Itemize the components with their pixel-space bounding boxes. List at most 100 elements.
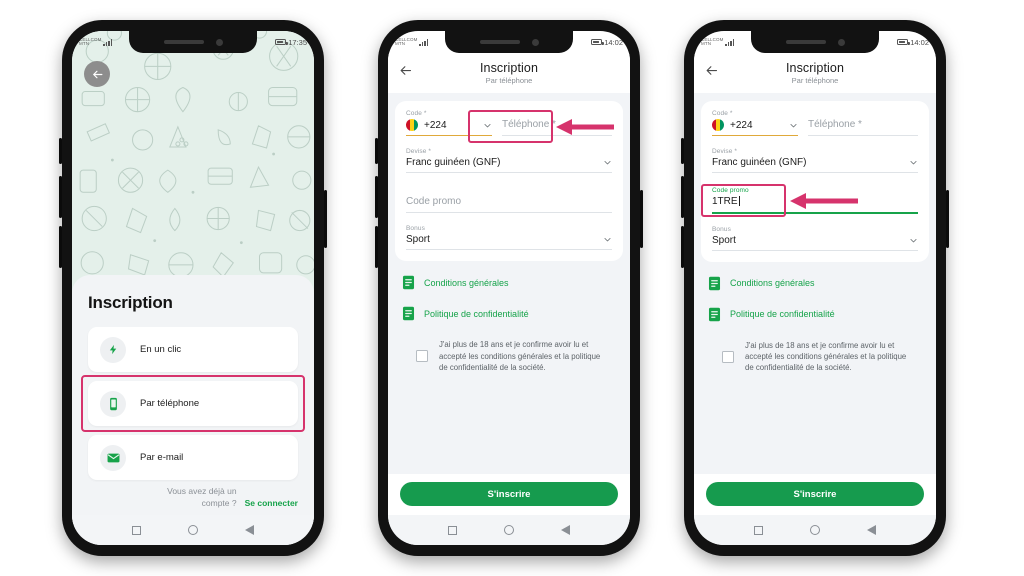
page-title: Inscription bbox=[785, 61, 845, 75]
carrier-info: CELLCOM MTN bbox=[79, 37, 113, 47]
square-icon[interactable] bbox=[447, 525, 457, 535]
triangle-back-icon[interactable] bbox=[245, 525, 255, 535]
submit-button[interactable]: S'inscrire bbox=[400, 482, 618, 506]
currency-field[interactable]: Devise * Franc guinéen (GNF) bbox=[712, 148, 918, 174]
android-nav-bar-2 bbox=[388, 515, 630, 545]
chevron-down-icon bbox=[484, 123, 491, 128]
login-link[interactable]: Se connecter bbox=[245, 498, 298, 509]
phone-icon bbox=[100, 390, 126, 417]
terms-link-label: Conditions générales bbox=[730, 278, 815, 289]
back-button[interactable] bbox=[398, 63, 418, 83]
promo-code-field[interactable]: Code promo 1TRE bbox=[712, 187, 918, 214]
country-code-label: Code * bbox=[406, 110, 427, 117]
bonus-value: Sport bbox=[406, 234, 430, 246]
phone-volume-down-button[interactable] bbox=[59, 226, 62, 268]
country-code-value-row: +224 bbox=[406, 119, 492, 135]
phone-volume-up-button[interactable] bbox=[681, 176, 684, 218]
app-bar-3: Inscription Par téléphone bbox=[694, 53, 936, 93]
battery-icon bbox=[897, 39, 910, 45]
form-card: Code * +224 Téléphone * Devise * Franc g… bbox=[701, 101, 929, 262]
circle-icon[interactable] bbox=[187, 525, 198, 535]
envelope-icon bbox=[100, 444, 126, 471]
terms-link[interactable]: Conditions générales bbox=[708, 276, 922, 291]
phone-1-screen: CELLCOM MTN 17:35 Inscription En un clic bbox=[72, 31, 314, 545]
status-time: 14:02 bbox=[910, 37, 929, 47]
country-code-underline bbox=[406, 135, 492, 137]
signup-option-by-phone[interactable]: Par téléphone bbox=[81, 375, 305, 432]
chevron-down-icon bbox=[604, 161, 611, 165]
currency-underline bbox=[406, 172, 612, 174]
screenshot-stage: CELLCOM MTN 17:35 Inscription En un clic bbox=[0, 0, 1024, 576]
page-title: Inscription bbox=[479, 61, 539, 75]
phone-number-field[interactable]: Téléphone * bbox=[502, 110, 612, 136]
currency-field[interactable]: Devise * Franc guinéen (GNF) bbox=[406, 148, 612, 174]
country-code-field[interactable]: Code * +224 bbox=[712, 110, 798, 137]
submit-bar-3: S'inscrire bbox=[694, 474, 936, 515]
phone-row: Code * +224 Téléphone * bbox=[406, 110, 612, 137]
signup-option-by-email[interactable]: Par e-mail bbox=[88, 435, 298, 480]
phone-volume-up-button[interactable] bbox=[375, 176, 378, 218]
phone-power-button[interactable] bbox=[946, 190, 949, 248]
phone-notch bbox=[751, 31, 879, 53]
terms-link[interactable]: Conditions générales bbox=[402, 275, 616, 290]
submit-bar-2: S'inscrire bbox=[388, 474, 630, 515]
square-icon[interactable] bbox=[131, 525, 141, 535]
phone-2-frame: CELLCOM MTN 14:02 Inscription Par téléph… bbox=[375, 20, 643, 556]
carrier-name-line2: MTN bbox=[79, 41, 90, 46]
login-footer: Vous avez déjà un compte ? Se connecter bbox=[88, 486, 298, 509]
carrier-name-line2: MTN bbox=[701, 41, 712, 46]
currency-value: Franc guinéen (GNF) bbox=[712, 157, 807, 169]
currency-label: Devise * bbox=[406, 148, 432, 156]
triangle-back-icon[interactable] bbox=[561, 525, 571, 535]
currency-underline bbox=[712, 172, 918, 174]
country-code-field[interactable]: Code * +224 bbox=[406, 110, 492, 137]
phone-number-underline bbox=[502, 135, 612, 136]
arrow-left-icon bbox=[400, 66, 412, 75]
signup-option-one-click[interactable]: En un clic bbox=[88, 327, 298, 372]
consent-checkbox[interactable] bbox=[722, 350, 734, 363]
consent-checkbox[interactable] bbox=[416, 350, 428, 363]
back-button[interactable] bbox=[84, 61, 110, 87]
circle-icon[interactable] bbox=[809, 525, 820, 535]
chevron-down-icon bbox=[910, 238, 917, 243]
phone-mute-switch[interactable] bbox=[375, 138, 378, 164]
square-icon[interactable] bbox=[753, 525, 763, 535]
phone-number-placeholder: Téléphone * bbox=[808, 119, 862, 130]
consent-text: J'ai plus de 18 ans et je confirme avoir… bbox=[439, 340, 601, 372]
promo-code-underline bbox=[712, 212, 918, 214]
earpiece-speaker bbox=[163, 40, 204, 44]
phone-volume-down-button[interactable] bbox=[375, 226, 378, 268]
signup-option-label: Par téléphone bbox=[140, 398, 200, 409]
phone-3-screen: CELLCOM MTN 14:02 Inscription Par téléph… bbox=[694, 31, 936, 545]
phone-notch bbox=[129, 31, 257, 53]
android-nav-bar-3 bbox=[694, 515, 936, 545]
status-right: 14:02 bbox=[897, 38, 929, 47]
promo-code-underline bbox=[406, 212, 612, 214]
triangle-back-icon[interactable] bbox=[867, 525, 877, 535]
bonus-field[interactable]: Bonus Sport bbox=[712, 226, 918, 251]
bonus-field[interactable]: Bonus Sport bbox=[406, 225, 612, 251]
signal-icon bbox=[103, 39, 113, 46]
phone-volume-down-button[interactable] bbox=[681, 226, 684, 268]
chevron-down-icon bbox=[604, 238, 611, 242]
battery-icon bbox=[275, 39, 288, 45]
phone-volume-up-button[interactable] bbox=[59, 176, 62, 218]
phone-power-button[interactable] bbox=[324, 190, 327, 248]
currency-value: Franc guinéen (GNF) bbox=[406, 157, 501, 169]
phone-mute-switch[interactable] bbox=[59, 138, 62, 164]
back-button[interactable] bbox=[704, 63, 724, 83]
phone-3-frame: CELLCOM MTN 14:02 Inscription Par téléph… bbox=[681, 20, 949, 556]
lightning-icon bbox=[100, 336, 126, 363]
circle-icon[interactable] bbox=[503, 525, 514, 535]
phone-mute-switch[interactable] bbox=[681, 138, 684, 164]
promo-code-field[interactable]: Code promo bbox=[406, 187, 612, 214]
arrow-left-icon bbox=[92, 70, 102, 78]
battery-icon bbox=[591, 39, 604, 45]
phone-power-button[interactable] bbox=[640, 190, 643, 248]
phone-number-field[interactable]: Téléphone * bbox=[808, 110, 918, 136]
privacy-link[interactable]: Politique de confidentialité bbox=[708, 307, 922, 322]
submit-button[interactable]: S'inscrire bbox=[706, 482, 924, 506]
privacy-link[interactable]: Politique de confidentialité bbox=[402, 306, 616, 321]
country-code-value: +224 bbox=[424, 119, 447, 131]
signup-option-label: Par e-mail bbox=[140, 452, 184, 463]
